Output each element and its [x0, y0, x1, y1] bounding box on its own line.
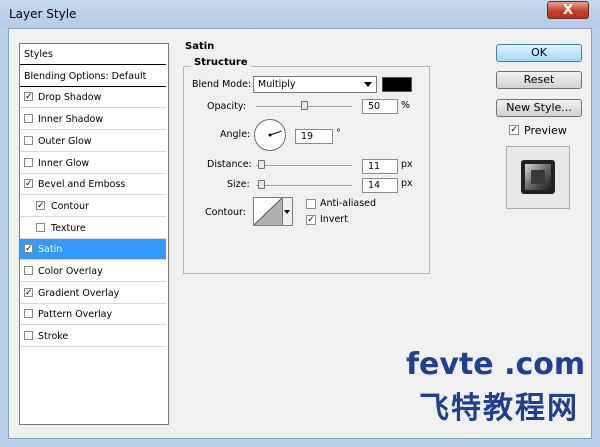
- preview-swatch-icon: [521, 160, 555, 194]
- blend-color-swatch[interactable]: [382, 77, 412, 92]
- style-list-item[interactable]: Blending Options: Default: [20, 66, 166, 87]
- style-list-item[interactable]: Outer Glow: [20, 131, 166, 152]
- style-list-label: Gradient Overlay: [38, 287, 120, 299]
- reset-button[interactable]: Reset: [496, 71, 582, 89]
- style-checkbox[interactable]: ✓: [24, 287, 33, 297]
- style-checkbox[interactable]: ✓: [24, 244, 33, 254]
- distance-slider-thumb[interactable]: [257, 160, 265, 169]
- window-title: Layer Style: [9, 7, 77, 21]
- watermark-chinese: 飞特教程网: [419, 391, 579, 426]
- style-checkbox[interactable]: [24, 135, 33, 145]
- new-style-button[interactable]: New Style...: [496, 99, 582, 117]
- group-title: Structure: [191, 57, 251, 68]
- style-list-label: Texture: [51, 222, 86, 234]
- blend-mode-label: Blend Mode:: [192, 79, 252, 90]
- title-bar[interactable]: Layer Style X: [0, 0, 600, 28]
- style-list-item[interactable]: Inner Glow: [20, 153, 166, 174]
- style-list-label: Styles: [24, 49, 53, 60]
- style-list-item[interactable]: ✓ Drop Shadow: [20, 87, 166, 109]
- style-list-item[interactable]: Styles: [20, 44, 166, 65]
- contour-label: Contour:: [205, 207, 246, 218]
- angle-input[interactable]: 19: [295, 129, 333, 144]
- style-list-label: Stroke: [38, 331, 69, 343]
- angle-unit: °: [336, 128, 341, 139]
- size-input[interactable]: 14: [362, 178, 398, 193]
- style-checkbox[interactable]: ✓: [24, 92, 33, 102]
- preview-checkbox[interactable]: ✓: [509, 125, 519, 135]
- opacity-input[interactable]: 50: [362, 99, 398, 114]
- style-list-label: Inner Glow: [38, 157, 90, 169]
- watermark-text: fevte .com: [406, 347, 586, 382]
- invert-label: Invert: [320, 214, 348, 225]
- contour-curve-icon: [254, 198, 282, 225]
- distance-unit: px: [401, 159, 413, 170]
- style-list-label: Satin: [38, 244, 63, 256]
- preview-label: Preview: [524, 124, 567, 137]
- style-list-item[interactable]: ✓ Gradient Overlay: [20, 283, 166, 304]
- blend-mode-value: Multiply: [258, 79, 296, 90]
- styles-list: Styles Blending Options: Default ✓ Drop Sha…: [19, 43, 169, 425]
- style-list-item[interactable]: Inner Shadow: [20, 109, 166, 131]
- distance-label: Distance:: [207, 159, 252, 170]
- style-list-label: Outer Glow: [38, 135, 92, 147]
- angle-label: Angle:: [220, 129, 251, 140]
- size-label: Size:: [227, 179, 250, 190]
- style-list-item[interactable]: ✓ Contour: [20, 196, 166, 217]
- style-list-label: Drop Shadow: [38, 92, 102, 104]
- layer-style-dialog: Layer Style X Styles Blending Options: De…: [0, 0, 600, 447]
- dialog-client: Styles Blending Options: Default ✓ Drop Sha…: [8, 28, 592, 439]
- contour-picker[interactable]: [253, 197, 283, 226]
- size-slider-track[interactable]: [256, 185, 352, 187]
- style-list-label: Bevel and Emboss: [38, 179, 126, 191]
- style-list-label: Inner Shadow: [38, 114, 104, 126]
- blend-mode-select[interactable]: Multiply: [253, 76, 377, 93]
- style-list-item[interactable]: Stroke: [20, 326, 166, 348]
- opacity-slider-thumb[interactable]: [301, 101, 308, 110]
- style-list-item[interactable]: ✓ Satin: [20, 239, 166, 261]
- ok-button[interactable]: OK: [496, 44, 582, 62]
- distance-slider-track[interactable]: [256, 165, 352, 167]
- angle-dial-needle: [268, 130, 282, 137]
- chevron-down-icon: [284, 210, 290, 214]
- style-checkbox[interactable]: [24, 331, 33, 341]
- anti-aliased-label: Anti-aliased: [320, 198, 377, 209]
- size-slider-thumb[interactable]: [257, 180, 265, 189]
- style-checkbox[interactable]: [24, 114, 33, 124]
- opacity-unit: %: [401, 100, 411, 111]
- style-list-item[interactable]: Pattern Overlay: [20, 304, 166, 326]
- style-preview-thumbnail: [506, 146, 570, 209]
- style-list-label: Pattern Overlay: [38, 309, 113, 321]
- chevron-down-icon: [364, 82, 372, 87]
- style-list-label: Blending Options: Default: [24, 70, 147, 82]
- style-list-label: Color Overlay: [38, 266, 103, 277]
- style-list-item[interactable]: Texture: [20, 218, 166, 239]
- close-button[interactable]: X: [547, 1, 589, 19]
- style-checkbox[interactable]: [24, 309, 33, 319]
- style-list-item[interactable]: ✓ Bevel and Emboss: [20, 174, 166, 196]
- style-list-item[interactable]: Color Overlay: [20, 261, 166, 282]
- section-title: Satin: [185, 41, 215, 52]
- size-unit: px: [401, 178, 413, 189]
- invert-checkbox[interactable]: ✓: [306, 215, 316, 225]
- distance-input[interactable]: 11: [362, 159, 398, 174]
- angle-dial[interactable]: [254, 119, 286, 151]
- style-checkbox[interactable]: [36, 222, 45, 232]
- opacity-label: Opacity:: [207, 101, 247, 112]
- style-list-label: Contour: [51, 200, 89, 212]
- style-checkbox[interactable]: ✓: [36, 200, 45, 210]
- style-checkbox[interactable]: [24, 266, 33, 275]
- style-checkbox[interactable]: [24, 157, 33, 167]
- contour-dropdown[interactable]: [283, 197, 293, 226]
- anti-aliased-checkbox[interactable]: [306, 199, 316, 209]
- style-checkbox[interactable]: ✓: [24, 179, 33, 189]
